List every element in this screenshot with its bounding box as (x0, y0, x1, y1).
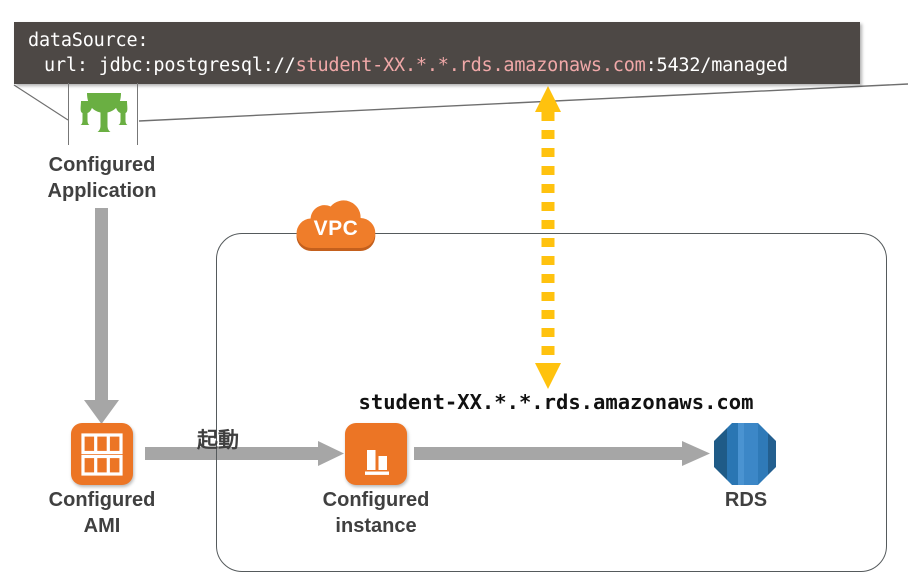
code-line-datasource: dataSource: (28, 30, 149, 51)
ami-icon (71, 423, 133, 485)
instance-glyph (365, 450, 389, 475)
code-line-url: url: jdbc:postgresql://student-XX.*.*.rd… (14, 53, 860, 78)
callout-line-right (138, 83, 908, 122)
launch-edge-label: 起動 (197, 429, 239, 452)
rds-glyph (714, 423, 776, 485)
vpc-badge: VPC (288, 198, 384, 254)
rds-label: RDS (724, 489, 768, 511)
arrow-app-to-ami (84, 208, 119, 424)
ami-label: Configured AMI (48, 489, 156, 537)
callout-line-left (13, 84, 69, 121)
rds-endpoint-label: student-XX.*.*.rds.amazonaws.com (358, 390, 754, 414)
vpc-badge-label: VPC (313, 217, 359, 240)
gradle-icon (80, 93, 128, 132)
application-icon-frame (68, 83, 138, 145)
code-url-suffix: :5432/managed (645, 55, 788, 76)
application-label: Configured Application (47, 154, 157, 202)
datasource-code-callout: dataSource: url: jdbc:postgresql://stude… (14, 22, 860, 84)
code-url-host: student-XX.*.*.rds.amazonaws.com (295, 55, 646, 76)
rds-icon (714, 423, 776, 485)
ec2-instance-icon (345, 423, 407, 485)
code-url-prefix: url: jdbc:postgresql:// (44, 55, 296, 76)
ami-glyph (81, 433, 123, 476)
diagram-canvas: dataSource: url: jdbc:postgresql://stude… (0, 0, 908, 583)
instance-label: Configured instance (322, 489, 430, 537)
